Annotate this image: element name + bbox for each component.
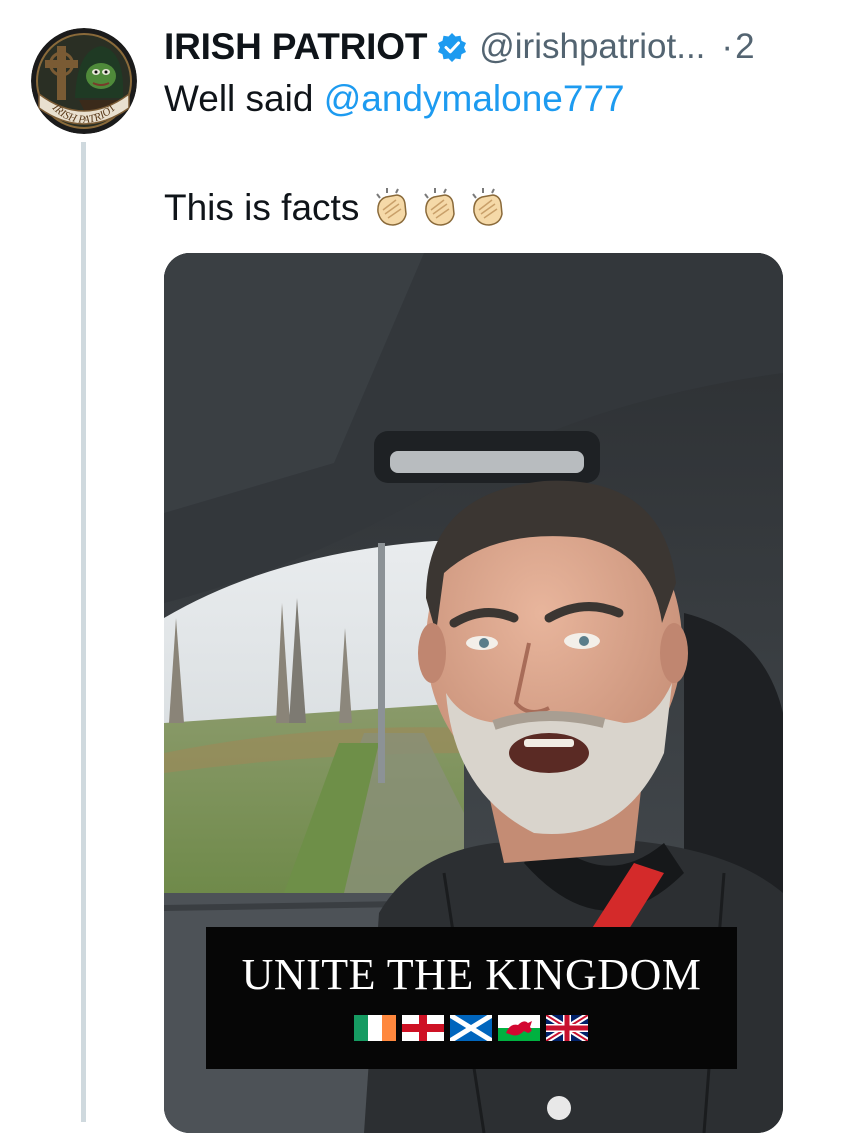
union-jack-flag-icon [546, 1015, 588, 1041]
tweet-text-facts: This is facts [164, 187, 360, 228]
author-display-name[interactable]: IRISH PATRIOT [164, 26, 427, 68]
clapping-hands-icon [472, 188, 504, 226]
thread-connector-line [81, 142, 86, 1122]
verified-badge-icon [437, 32, 467, 62]
wales-flag-icon [498, 1015, 540, 1041]
tweet-text-line-2: This is facts [164, 186, 509, 230]
flag-row [354, 1015, 588, 1041]
tweet-timestamp[interactable]: 2 [735, 27, 754, 67]
tweet-text-prefix: Well said [164, 78, 324, 119]
tweet-text-line-1: Well said @andymalone777 [164, 78, 625, 120]
video-caption-box: UNITE THE KINGDOM [206, 927, 737, 1069]
clapping-hands-icon [376, 188, 408, 226]
scotland-flag-icon [450, 1015, 492, 1041]
tweet-header: IRISH PATRIOT @irishpatriot... · 2 [164, 24, 755, 70]
england-flag-icon [402, 1015, 444, 1041]
video-caption-text: UNITE THE KINGDOM [241, 950, 702, 999]
author-avatar[interactable]: IRISH PATRIOT [31, 28, 137, 134]
mention-link[interactable]: @andymalone777 [324, 78, 625, 119]
ireland-flag-icon [354, 1015, 396, 1041]
author-handle[interactable]: @irishpatriot... [479, 27, 705, 67]
clap-emoji-group [369, 186, 509, 230]
header-separator: · [721, 27, 734, 66]
clapping-hands-icon [424, 188, 456, 226]
video-media[interactable]: UNITE THE KINGDOM [164, 253, 783, 1133]
